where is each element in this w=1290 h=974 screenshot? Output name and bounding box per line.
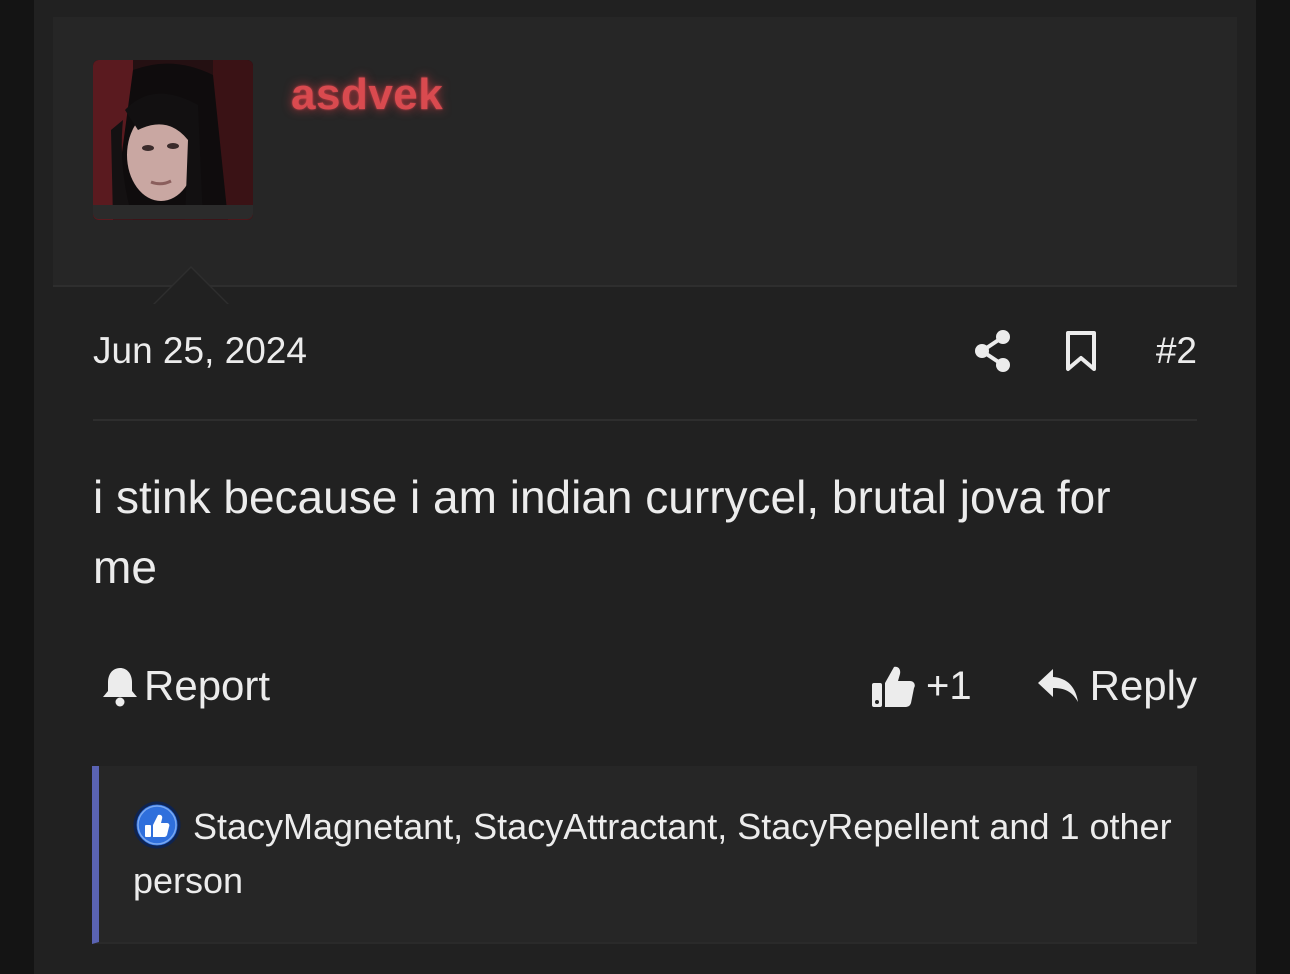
like-count: +1 (926, 663, 972, 708)
like-button[interactable]: +1 (870, 656, 972, 716)
report-button[interactable]: Report (100, 656, 270, 716)
page: asdvek Jun 25, 2024 #2 i stink because i… (0, 0, 1290, 974)
forum-post: asdvek Jun 25, 2024 #2 i stink because i… (34, 0, 1256, 974)
meta-divider (93, 419, 1197, 421)
reactions-summary[interactable]: StacyMagnetant, StacyAttractant, StacyRe… (92, 766, 1197, 944)
reply-arrow-icon (1037, 669, 1078, 702)
post-actions: Report +1 Reply (100, 656, 1197, 716)
avatar-image (93, 60, 253, 220)
post-date[interactable]: Jun 25, 2024 (93, 330, 307, 372)
username[interactable]: asdvek (291, 70, 443, 120)
reply-label: Reply (1089, 662, 1197, 709)
header-pointer (155, 268, 227, 304)
post-meta: Jun 25, 2024 #2 (93, 328, 1197, 378)
avatar-footer (93, 205, 253, 219)
bookmark-icon[interactable] (1064, 330, 1098, 372)
share-icon[interactable] (973, 328, 1013, 374)
reply-button[interactable]: Reply (1036, 656, 1197, 716)
post-number[interactable]: #2 (1156, 330, 1197, 372)
bell-icon (103, 668, 137, 707)
like-reaction-icon (133, 801, 181, 849)
post-user-header: asdvek (53, 17, 1237, 304)
reactions-text-wrap: StacyMagnetant, StacyAttractant, StacyRe… (133, 800, 1173, 908)
user-avatar[interactable] (93, 60, 253, 220)
post-body: i stink because i am indian currycel, br… (93, 471, 1111, 593)
reactions-users[interactable]: StacyMagnetant, StacyAttractant, StacyRe… (133, 806, 1172, 901)
thumbs-up-icon (872, 666, 915, 707)
report-label: Report (144, 662, 271, 709)
